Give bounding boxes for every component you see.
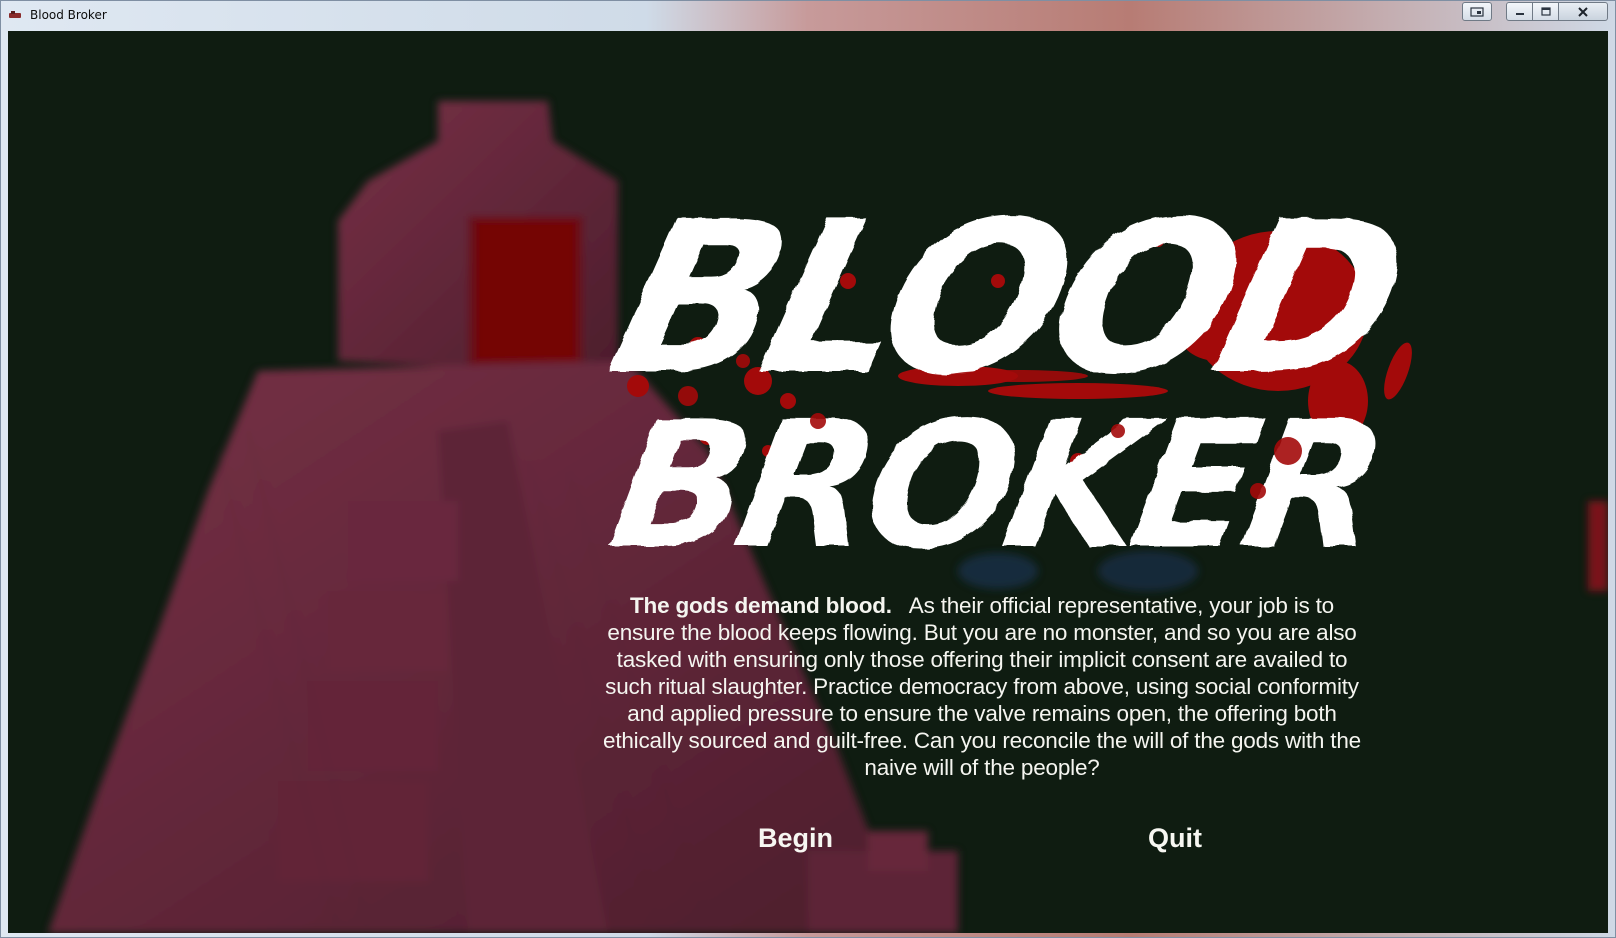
game-logo: BLOOD BROKER — [592, 177, 1422, 588]
app-icon — [9, 11, 21, 18]
window-switch-button[interactable] — [1462, 2, 1492, 21]
minimize-icon — [1515, 12, 1524, 15]
close-icon — [1578, 6, 1588, 17]
minimize-button[interactable] — [1506, 2, 1533, 21]
quit-button[interactable]: Quit — [1148, 823, 1202, 854]
window-title: Blood Broker — [30, 8, 107, 22]
game-window: Blood Broker BLOOD BROKER The gods deman… — [0, 0, 1616, 938]
close-button[interactable] — [1558, 2, 1608, 21]
game-description: The gods demand blood. As their official… — [602, 592, 1362, 781]
window-switch-icon — [1470, 6, 1484, 17]
logo-line2: BROKER — [598, 383, 1393, 587]
game-viewport[interactable]: BLOOD BROKER The gods demand blood. As t… — [8, 31, 1608, 933]
title-bar[interactable]: Blood Broker — [1, 1, 1615, 31]
maximize-icon — [1540, 6, 1551, 16]
maximize-button[interactable] — [1532, 2, 1559, 21]
description-body: As their official representative, your j… — [603, 593, 1361, 780]
begin-button[interactable]: Begin — [758, 823, 833, 854]
description-lead: The gods demand blood. — [630, 593, 892, 618]
